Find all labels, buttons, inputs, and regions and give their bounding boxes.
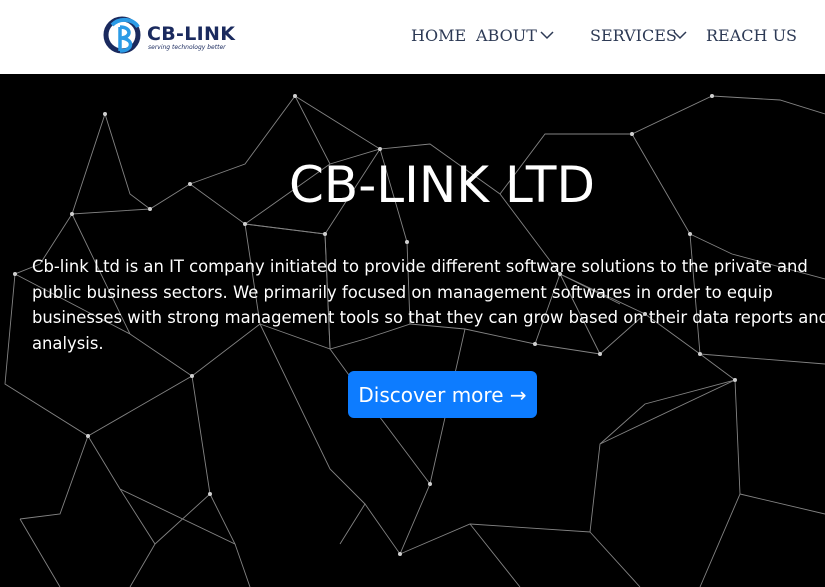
cb-logo-icon <box>103 16 141 54</box>
nav-home[interactable]: HOME <box>411 26 466 45</box>
chevron-down-icon <box>673 31 687 40</box>
brand-logo[interactable]: CB-LINK serving technology better <box>102 13 242 57</box>
discover-more-button[interactable]: Discover more → <box>348 371 537 418</box>
hero-section: CB-LINK LTD Cb-link Ltd is an IT company… <box>0 74 825 587</box>
nav-services[interactable]: SERVICES <box>590 26 687 45</box>
top-navbar: CB-LINK serving technology better HOME A… <box>0 0 825 74</box>
nav-about-label: ABOUT <box>476 26 537 45</box>
brand-tagline: serving technology better <box>148 44 226 51</box>
nav-about[interactable]: ABOUT <box>476 26 554 45</box>
brand-name: CB-LINK <box>147 23 236 45</box>
nav-services-label: SERVICES <box>590 26 677 45</box>
nav-reach-us[interactable]: REACH US <box>706 26 797 45</box>
hero-description: Cb-link Ltd is an IT company initiated t… <box>32 257 825 353</box>
hero-title: CB-LINK LTD <box>289 156 595 214</box>
chevron-down-icon <box>540 31 554 40</box>
